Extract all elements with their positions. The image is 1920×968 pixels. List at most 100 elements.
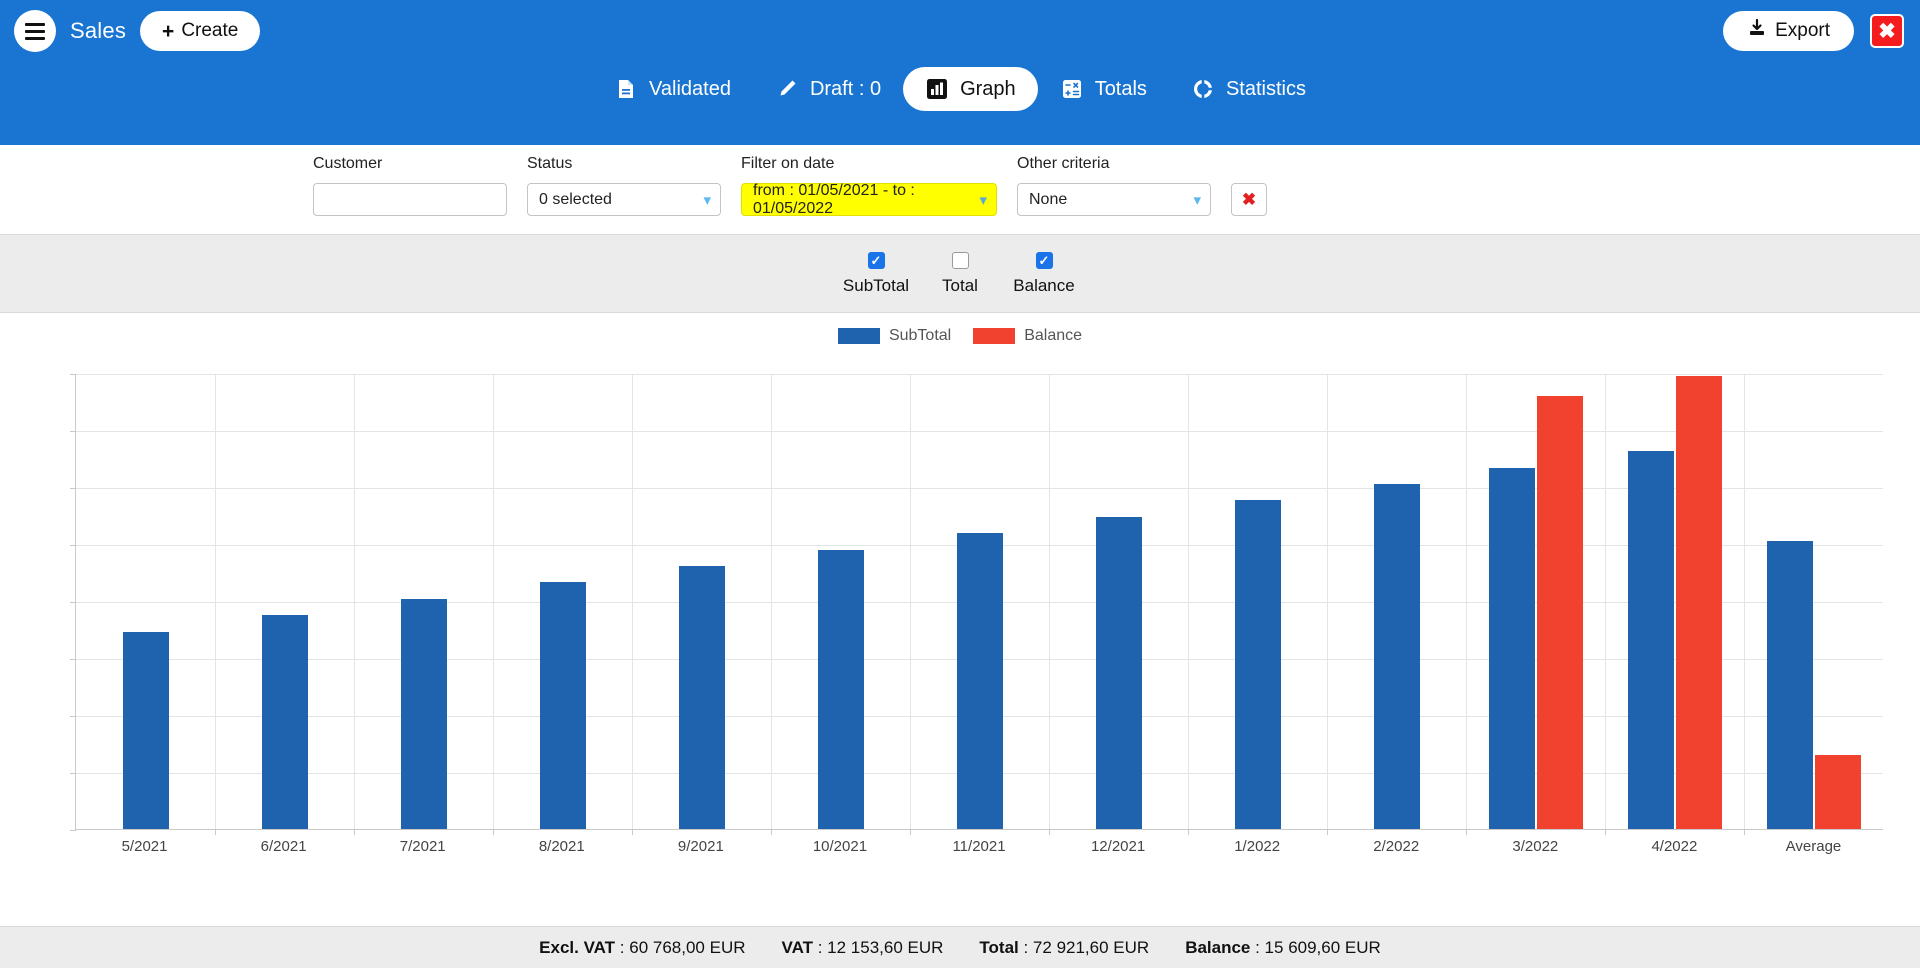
footer-total-value: : 72 921,60 EUR: [1018, 937, 1150, 957]
chart-x-tick: [632, 829, 633, 835]
legend-item-balance[interactable]: Balance: [973, 327, 1082, 345]
chart-x-tick: [1049, 829, 1050, 835]
chart-bar-group: [1188, 374, 1327, 829]
toggle-subtotal[interactable]: ✓ SubTotal: [834, 251, 918, 296]
date-filter-group: Filter on date from : 01/05/2021 - to : …: [741, 155, 997, 217]
chart-area: SubTotal Balance 01 0002 0003 0004 0005 …: [0, 313, 1920, 926]
pencil-icon: [775, 77, 799, 101]
tab-validated[interactable]: Validated: [592, 67, 753, 111]
tab-graph[interactable]: Graph: [903, 67, 1038, 111]
chart-plot-area: 01 0002 0003 0004 0005 0006 0007 0008 00…: [70, 374, 1883, 835]
chevron-down-icon: ▾: [703, 191, 711, 209]
chart-x-tick-label: 6/2021: [260, 838, 307, 855]
other-criteria-select[interactable]: None ▾: [1017, 183, 1211, 216]
chart-bar-subtotal[interactable]: [817, 549, 864, 829]
chart-bar-subtotal[interactable]: [678, 565, 725, 829]
footer-total-label: Excl. VAT: [539, 937, 616, 957]
chart-x-tick-label: 5/2021: [121, 838, 168, 855]
toggle-subtotal-label: SubTotal: [842, 275, 910, 295]
export-button[interactable]: Export: [1723, 11, 1854, 51]
tab-totals[interactable]: Totals: [1038, 67, 1169, 111]
chart-bar-subtotal[interactable]: [400, 598, 447, 829]
burger-line: [25, 22, 45, 26]
date-range-value: from : 01/05/2021 - to : 01/05/2022: [753, 181, 915, 217]
chart-bar-group: [910, 374, 1049, 829]
toggle-balance[interactable]: ✓ Balance: [1002, 251, 1086, 296]
topbar-right-cluster: Export ✖: [1723, 11, 1904, 51]
status-select[interactable]: 0 selected ▾: [527, 183, 721, 216]
chart-bar-subtotal[interactable]: [122, 631, 169, 829]
check-icon: ✓: [1038, 252, 1050, 268]
date-range-select[interactable]: from : 01/05/2021 - to : 01/05/2022 ▾: [741, 181, 997, 217]
status-select-value: 0 selected: [539, 190, 612, 208]
legend-swatch-subtotal: [837, 328, 880, 344]
chart-bar-subtotal[interactable]: [539, 582, 586, 829]
chart-bar-subtotal[interactable]: [1234, 500, 1281, 829]
chart-x-tick: [1326, 829, 1328, 835]
chart-x-tick-label: 12/2021: [1090, 838, 1146, 855]
chart-bar-subtotal[interactable]: [1373, 483, 1420, 829]
chart-bar-subtotal[interactable]: [956, 533, 1003, 829]
chart-bar-balance[interactable]: [1814, 755, 1861, 829]
footer-total-label: Balance: [1185, 937, 1251, 957]
pie-chart-icon: [1191, 77, 1215, 101]
other-criteria-value: None: [1029, 190, 1068, 208]
chart-bar-group: [76, 374, 215, 829]
tab-statistics[interactable]: Statistics: [1169, 67, 1328, 111]
chart-x-tick-label: 10/2021: [812, 838, 868, 855]
tab-label: Graph: [960, 77, 1016, 100]
chart-bar-subtotal[interactable]: [261, 615, 308, 829]
plus-icon: +: [162, 19, 175, 43]
legend-item-subtotal[interactable]: SubTotal: [837, 327, 952, 345]
checkbox-subtotal[interactable]: ✓: [867, 251, 885, 269]
chart-x-tick-label: 7/2021: [399, 838, 446, 855]
date-label: Filter on date: [741, 155, 835, 172]
chart-bar-subtotal[interactable]: [1627, 451, 1674, 829]
legend-swatch-balance: [973, 328, 1016, 344]
chart-x-tick: [215, 829, 216, 835]
check-icon: ✓: [870, 252, 882, 268]
chart-x-tick-label: 11/2021: [952, 838, 1006, 855]
other-criteria-label: Other criteria: [1017, 155, 1110, 172]
chart-bar-group: [1049, 374, 1188, 829]
toggle-total[interactable]: Total: [918, 251, 1002, 296]
calculator-icon: [1060, 77, 1084, 101]
footer-total-item: Balance : 15 609,60 EUR: [1185, 938, 1381, 958]
chevron-down-icon: ▾: [979, 191, 987, 209]
checkbox-total[interactable]: [951, 251, 969, 269]
create-button-label: Create: [181, 20, 239, 41]
chart-bar-group: [771, 374, 910, 829]
create-button[interactable]: + Create: [140, 11, 261, 51]
chart-bar-group: [1605, 374, 1744, 829]
footer-total-item: Excl. VAT : 60 768,00 EUR: [539, 938, 745, 958]
hamburger-menu-icon[interactable]: [14, 10, 56, 52]
customer-label: Customer: [313, 155, 383, 172]
export-button-label: Export: [1775, 20, 1830, 41]
tab-label: Draft : 0: [809, 77, 882, 100]
app-title: Sales: [70, 18, 127, 43]
chart-x-tick-label: 3/2022: [1512, 838, 1559, 855]
footer-total-value: : 60 768,00 EUR: [615, 937, 746, 957]
chart-bar-balance[interactable]: [1536, 395, 1583, 829]
chart-bar-group: [493, 374, 632, 829]
chart-x-tick-label: 4/2022: [1651, 838, 1698, 855]
footer-total-item: VAT : 12 153,60 EUR: [782, 938, 944, 958]
chart-bar-group: [1466, 374, 1605, 829]
chart-bar-balance[interactable]: [1675, 375, 1722, 829]
chart-x-tick: [354, 829, 355, 835]
series-toggle-row: ✓ SubTotal Total ✓ Balance: [0, 235, 1920, 313]
chart-x-tick-label: 8/2021: [538, 838, 585, 855]
chart-bar-subtotal[interactable]: [1766, 541, 1813, 829]
customer-input[interactable]: [313, 183, 507, 216]
checkbox-balance[interactable]: ✓: [1035, 251, 1053, 269]
chart-x-tick-label: 9/2021: [677, 838, 724, 855]
document-icon: [614, 77, 638, 101]
footer-total-value: : 12 153,60 EUR: [812, 937, 944, 957]
close-icon[interactable]: ✖: [1870, 14, 1904, 48]
chart-bar-subtotal[interactable]: [1095, 516, 1142, 829]
footer-total-value: : 15 609,60 EUR: [1250, 937, 1381, 957]
clear-filters-button[interactable]: ✖: [1231, 183, 1267, 216]
tab-draft[interactable]: Draft : 0: [753, 67, 903, 111]
chart-bar-subtotal[interactable]: [1488, 467, 1535, 829]
legend-label-subtotal: SubTotal: [888, 327, 952, 344]
